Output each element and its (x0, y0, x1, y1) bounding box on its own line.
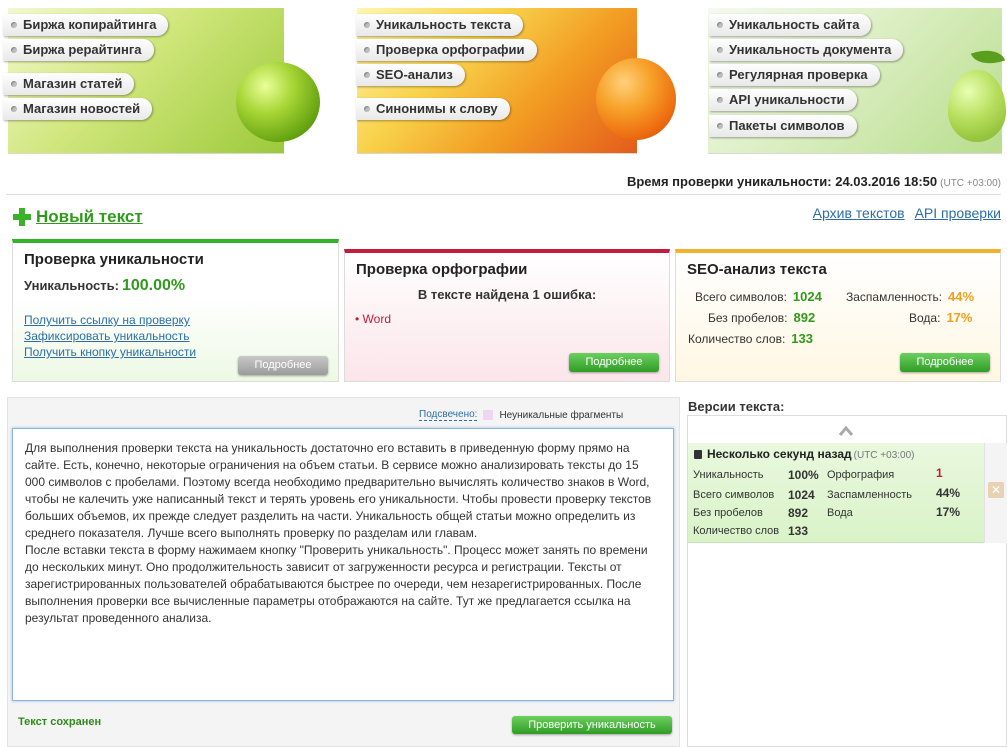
seo-spam: Заспамленность: 44% (846, 289, 974, 304)
archive-link[interactable]: Архив текстов (813, 205, 905, 221)
seo-spam-label: Заспамленность: (846, 290, 943, 304)
uniqueness-result: Уникальность: 100.00% (24, 277, 185, 295)
nav-api-uniqueness[interactable]: API уникальности (709, 89, 857, 111)
version-spam-label: Заспамленность (827, 489, 912, 501)
check-time: Время проверки уникальности: 24.03.2016 … (627, 174, 1001, 189)
nav-spell-check[interactable]: Проверка орфографии (356, 39, 537, 61)
highlight-legend: Подсвечено: Неуникальные фрагменты (419, 409, 623, 421)
divider (6, 194, 1001, 195)
version-spell-value: 1 (936, 466, 943, 480)
spelling-error-item: • Word (355, 312, 391, 326)
spelling-details-button[interactable]: Подробнее (569, 353, 659, 372)
nav-news-shop[interactable]: Магазин новостей (3, 98, 153, 120)
nav-text-uniqueness[interactable]: Уникальность текста (356, 14, 524, 36)
fix-uniqueness-link[interactable]: Зафиксировать уникальность (24, 329, 190, 343)
seo-panel-title: SEO-анализ текста (687, 261, 827, 278)
apple-image (236, 62, 320, 142)
spelling-error-word: Word (362, 312, 391, 326)
version-words-label: Количество слов (693, 525, 780, 537)
plus-icon (12, 207, 32, 227)
nav-site-uniqueness[interactable]: Уникальность сайта (709, 14, 872, 36)
version-words-value: 133 (788, 524, 809, 538)
seo-water: Вода: 17% (909, 310, 972, 325)
get-button-link[interactable]: Получить кнопку уникальности (24, 345, 196, 359)
seo-words: Количество слов: 133 (688, 331, 813, 346)
uniqueness-value: 100.00% (121, 277, 186, 294)
uniqueness-details-button[interactable]: Подробнее (238, 356, 328, 375)
seo-words-value: 133 (791, 331, 813, 346)
version-nospace-value: 892 (788, 506, 809, 520)
check-time-label: Время проверки уникальности: 24.03.2016 … (626, 174, 938, 189)
highlight-toggle[interactable]: Подсвечено: (419, 409, 478, 421)
nav-seo-analysis[interactable]: SEO-анализ (356, 64, 465, 86)
version-total-value: 1024 (788, 488, 815, 502)
lock-icon (694, 450, 702, 459)
new-text-link[interactable]: Новый текст (12, 207, 143, 227)
uniqueness-panel: Проверка уникальности Уникальность: 100.0… (12, 239, 339, 382)
seo-words-label: Количество слов: (688, 332, 786, 346)
version-item[interactable]: Несколько секунд назад (UTC +03:00) Уника… (688, 443, 984, 543)
spelling-panel-title: Проверка орфографии (356, 261, 528, 278)
seo-panel: SEO-анализ текста Всего символов: 1024 Бе… (675, 249, 1001, 382)
pear-image (948, 70, 1006, 142)
seo-water-label: Вода: (909, 311, 941, 325)
versions-title: Версии текста: (688, 399, 785, 414)
nav-regular-check[interactable]: Регулярная проверка (709, 64, 880, 86)
uniqueness-label: Уникальность: (24, 278, 119, 293)
seo-total-value: 1024 (792, 289, 822, 304)
nav-synonyms[interactable]: Синонимы к слову (356, 98, 510, 120)
top-links: Архив текстов API проверки (813, 205, 1001, 221)
seo-water-value: 17% (946, 310, 973, 325)
uniqueness-panel-title: Проверка уникальности (24, 251, 204, 268)
nav-copywriting-exchange[interactable]: Биржа копирайтинга (3, 14, 169, 36)
seo-total-label: Всего символов: (695, 290, 787, 304)
version-utc: (UTC +03:00) (853, 450, 915, 461)
version-spell-label: Орфография (827, 469, 895, 481)
new-text-label: Новый текст (36, 207, 143, 226)
version-nospace-label: Без пробелов (693, 507, 763, 519)
highlight-swatch (483, 410, 494, 420)
highlight-legend-label: Неуникальные фрагменты (499, 409, 624, 421)
version-water-value: 17% (936, 505, 961, 519)
nav-document-uniqueness[interactable]: Уникальность документа (709, 39, 904, 61)
check-time-utc: (UTC +03:00) (940, 178, 1001, 189)
seo-spam-value: 44% (948, 289, 975, 304)
text-input[interactable]: Для выполнения проверки текста на уникал… (12, 428, 674, 701)
version-time: Несколько секунд назад (UTC +03:00) (694, 447, 915, 461)
version-water-label: Вода (827, 507, 853, 519)
chevron-up-icon[interactable] (838, 424, 854, 438)
text-paragraph-2: После вставки текста в форму нажимаем кн… (25, 543, 648, 625)
seo-total: Всего символов: 1024 (695, 289, 822, 304)
seo-nospace: Без пробелов: 892 (708, 310, 815, 325)
spelling-found: В тексте найдена 1 ошибка: (417, 287, 597, 302)
version-uniq-value: 100% (788, 468, 819, 482)
version-uniq-label: Уникальность (693, 469, 764, 481)
check-uniqueness-button[interactable]: Проверить уникальность (512, 716, 672, 734)
seo-nospace-label: Без пробелов: (708, 311, 788, 325)
seo-details-button[interactable]: Подробнее (900, 353, 990, 372)
spelling-panel: Проверка орфографии В тексте найдена 1 о… (344, 249, 670, 382)
version-delete: ✕ (984, 443, 1007, 543)
seo-nospace-value: 892 (793, 310, 816, 325)
save-status: Текст сохранен (18, 716, 102, 728)
nav-article-shop[interactable]: Магазин статей (3, 73, 135, 95)
api-check-link[interactable]: API проверки (915, 205, 1001, 221)
close-icon[interactable]: ✕ (988, 482, 1004, 498)
text-paragraph-1: Для выполнения проверки текста на уникал… (25, 441, 652, 540)
nav-rewriting-exchange[interactable]: Биржа рерайтинга (3, 39, 154, 61)
version-spam-value: 44% (936, 486, 961, 500)
version-time-label: Несколько секунд назад (707, 447, 852, 461)
get-link-link[interactable]: Получить ссылку на проверку (24, 313, 190, 327)
nav-symbol-packages[interactable]: Пакеты символов (709, 115, 857, 137)
version-total-label: Всего символов (693, 489, 775, 501)
orange-image (596, 58, 676, 140)
